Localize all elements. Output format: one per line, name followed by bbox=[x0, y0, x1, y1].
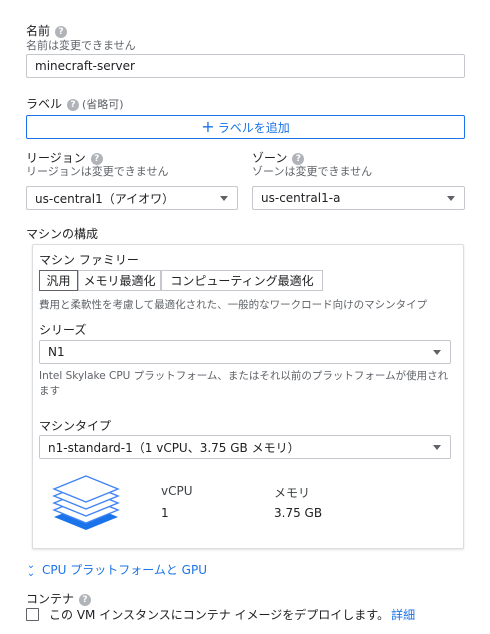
name-input[interactable]: minecraft-server bbox=[26, 54, 465, 78]
add-label-text: ラベルを追加 bbox=[217, 120, 290, 135]
help-icon[interactable]: ? bbox=[79, 593, 92, 606]
help-icon[interactable]: ? bbox=[55, 25, 68, 38]
vcpu-value: 1 bbox=[161, 506, 169, 520]
zone-select-value: us-central1-a bbox=[261, 191, 341, 205]
region-select[interactable]: us-central1（アイオワ） bbox=[26, 186, 238, 210]
machine-type-select[interactable]: n1-standard-1（1 vCPU、3.75 GB メモリ） bbox=[39, 435, 451, 459]
details-link[interactable]: 詳細 bbox=[391, 606, 415, 623]
cpu-gpu-toggle[interactable]: ⌄ ⌄ CPU プラットフォームと GPU bbox=[26, 559, 207, 579]
tab-memory-optimized[interactable]: メモリ最適化 bbox=[78, 270, 161, 291]
series-description: Intel Skylake CPU プラットフォーム、またはそれ以前のプラットフ… bbox=[39, 370, 449, 397]
zone-sublabel: ゾーンは変更できません bbox=[252, 165, 373, 178]
machine-type-select-value: n1-standard-1（1 vCPU、3.75 GB メモリ） bbox=[48, 440, 300, 455]
zone-select[interactable]: us-central1-a bbox=[252, 186, 465, 210]
region-sublabel: リージョンは変更できません bbox=[26, 165, 169, 178]
container-label-row: コンテナ? bbox=[26, 590, 92, 607]
name-input-value: minecraft-server bbox=[35, 59, 135, 73]
machine-type-label: マシンタイプ bbox=[39, 419, 112, 433]
series-label: シリーズ bbox=[39, 323, 87, 337]
tab-compute-optimized[interactable]: コンピューティング最適化 bbox=[161, 270, 323, 291]
double-chevron-down-icon: ⌄ ⌄ bbox=[26, 559, 36, 579]
container-checkbox[interactable] bbox=[26, 608, 39, 621]
optional-text: (省略可) bbox=[82, 98, 124, 111]
machine-family-label: マシン ファミリー bbox=[39, 253, 139, 267]
machine-config-title: マシンの構成 bbox=[26, 227, 99, 241]
series-select[interactable]: N1 bbox=[39, 340, 451, 364]
container-checkbox-text: この VM インスタンスにコンテナ イメージをデプロイします。 bbox=[49, 608, 390, 622]
dropdown-arrow-icon bbox=[433, 350, 441, 355]
memory-header: メモリ bbox=[274, 486, 311, 500]
container-checkbox-row: この VM インスタンスにコンテナ イメージをデプロイします。 詳細 bbox=[26, 606, 415, 623]
container-label: コンテナ bbox=[26, 592, 75, 606]
dropdown-arrow-icon bbox=[220, 196, 228, 201]
dropdown-arrow-icon bbox=[433, 445, 441, 450]
tab-general-purpose[interactable]: 汎用 bbox=[39, 270, 78, 291]
tab-label: メモリ最適化 bbox=[83, 274, 156, 288]
labels-label-row: ラベル? (省略可) bbox=[26, 95, 124, 112]
tab-label: コンピューティング最適化 bbox=[170, 274, 314, 288]
memory-value: 3.75 GB bbox=[274, 506, 323, 520]
tab-label: 汎用 bbox=[46, 274, 71, 288]
family-description: 費用と柔軟性を考慮して最適化された、一般的なワークロード向けのマシンタイプ bbox=[39, 299, 428, 311]
labels-label: ラベル bbox=[26, 97, 63, 111]
region-select-value: us-central1（アイオワ） bbox=[35, 191, 175, 206]
name-label: 名前 bbox=[26, 24, 51, 38]
help-icon[interactable]: ? bbox=[67, 98, 80, 111]
series-select-value: N1 bbox=[48, 345, 65, 359]
vcpu-header: vCPU bbox=[161, 484, 193, 498]
name-sublabel: 名前は変更できません bbox=[26, 39, 136, 52]
cpu-gpu-link-text: CPU プラットフォームと GPU bbox=[42, 563, 207, 577]
dropdown-arrow-icon bbox=[447, 196, 455, 201]
machine-stack-icon bbox=[52, 475, 120, 530]
add-label-button[interactable]: + ラベルを追加 bbox=[26, 115, 465, 139]
plus-icon: + bbox=[201, 117, 215, 136]
